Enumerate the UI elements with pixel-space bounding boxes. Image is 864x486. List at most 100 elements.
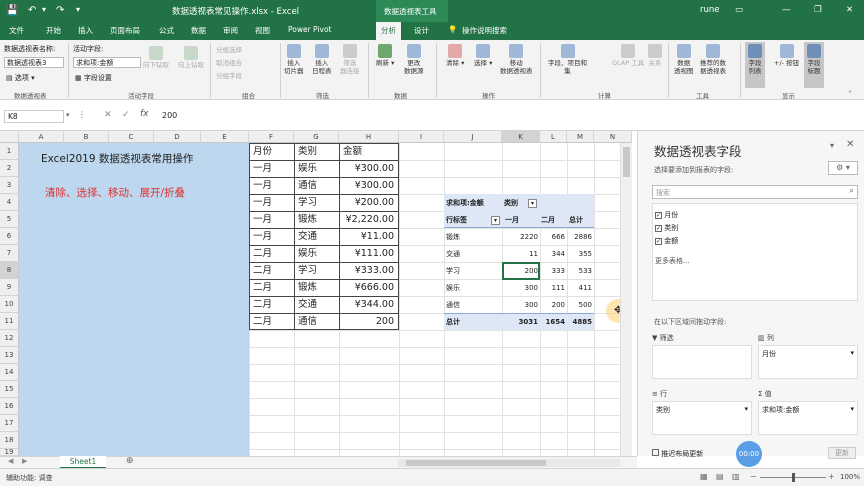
move-pivot-button[interactable]: 移动 数据透视表 [500, 44, 533, 75]
zoom-in-icon[interactable]: + [828, 472, 835, 481]
tab-power-pivot[interactable]: Power Pivot [288, 25, 331, 34]
refresh-button[interactable]: 刷新 ▾ [376, 44, 394, 67]
pane-options-icon[interactable]: ▾ [830, 141, 834, 150]
row-filter-dropdown-icon[interactable]: ▾ [491, 216, 500, 225]
minimize-icon[interactable]: — [782, 5, 791, 15]
table-cell[interactable]: 通信 [298, 178, 317, 194]
pivot-value-cell[interactable]: 300 [525, 280, 538, 296]
zoom-slider-thumb[interactable] [792, 473, 795, 482]
select-all-corner[interactable] [0, 131, 19, 143]
column-header[interactable]: A [19, 131, 64, 143]
column-header[interactable]: F [249, 131, 294, 143]
pivot-total-label[interactable]: 总计 [446, 314, 460, 330]
tab-home[interactable]: 开始 [46, 25, 61, 36]
row-header[interactable]: 13 [0, 347, 19, 364]
add-sheet-icon[interactable]: ⊕ [126, 456, 134, 466]
table-cell[interactable]: 通信 [298, 314, 317, 330]
pivot-value-cell[interactable]: 411 [579, 280, 592, 296]
undo-dropdown-icon[interactable]: ▾ [42, 5, 46, 14]
close-icon[interactable]: ✕ [846, 5, 853, 15]
row-header[interactable]: 3 [0, 177, 19, 194]
field-list-button[interactable]: 字段 列表 [745, 42, 765, 88]
page-break-view-icon[interactable]: ▥ [732, 472, 740, 481]
column-header[interactable]: D [154, 131, 201, 143]
tab-file[interactable]: 文件 [9, 25, 24, 36]
zoom-out-icon[interactable]: − [750, 472, 757, 481]
column-header[interactable]: I [399, 131, 444, 143]
cancel-formula-icon[interactable]: ✕ [104, 110, 112, 120]
horizontal-scrollbar[interactable] [398, 459, 620, 467]
olap-tools-button[interactable]: OLAP 工具 [612, 44, 644, 67]
ungroup-button[interactable]: 取消组合 [216, 57, 242, 67]
table-header[interactable]: 类别 [298, 144, 317, 160]
row-header[interactable]: 15 [0, 381, 19, 398]
formula-input[interactable]: 200 [156, 110, 856, 123]
table-cell[interactable]: 学习 [298, 263, 317, 279]
table-cell[interactable]: 交通 [298, 229, 317, 245]
tab-analyze[interactable]: 分析 [376, 22, 401, 40]
tab-view[interactable]: 视图 [255, 25, 270, 36]
scrollbar-thumb[interactable] [406, 460, 546, 466]
row-header[interactable]: 4 [0, 194, 19, 211]
pivot-col-header[interactable]: 一月 [505, 212, 519, 228]
row-header[interactable]: 17 [0, 415, 19, 432]
drill-down-button[interactable]: 向下钻取 [143, 46, 169, 69]
column-header[interactable]: G [294, 131, 339, 143]
row-field-chip[interactable]: 类别 ▾ [656, 405, 748, 417]
enter-formula-icon[interactable]: ✓ [122, 110, 130, 120]
filters-drop-zone[interactable] [652, 345, 752, 379]
field-headers-button[interactable]: 字段 标题 [804, 42, 824, 88]
undo-icon[interactable]: ↶ [28, 5, 36, 16]
pivot-value-cell[interactable]: 2886 [574, 229, 592, 245]
table-cell[interactable]: ¥11.00 [361, 229, 394, 245]
tab-data[interactable]: 数据 [191, 25, 206, 36]
table-cell[interactable]: 娱乐 [298, 161, 317, 177]
pivot-chart-button[interactable]: 数据 透视图 [674, 44, 694, 75]
table-cell[interactable]: ¥300.00 [355, 178, 394, 194]
table-cell[interactable]: ¥333.00 [355, 263, 394, 279]
row-header[interactable]: 12 [0, 330, 19, 347]
next-sheet-icon[interactable]: ▶ [22, 457, 27, 465]
table-cell[interactable]: 二月 [253, 314, 272, 330]
pivot-value-cell[interactable]: 500 [579, 297, 592, 313]
filters-area[interactable]: ▼ 筛选 [652, 333, 752, 383]
table-header[interactable]: 月份 [253, 144, 272, 160]
tab-review[interactable]: 审阅 [223, 25, 238, 36]
row-header[interactable]: 16 [0, 398, 19, 415]
pivot-row-label-cell[interactable]: 通信 [446, 297, 460, 313]
rows-drop-zone[interactable]: 类别 ▾ [652, 401, 752, 435]
pivot-row-label-cell[interactable]: 娱乐 [446, 280, 460, 296]
group-field-button[interactable]: 分组字段 [216, 70, 242, 80]
table-cell[interactable]: ¥200.00 [355, 195, 394, 211]
drill-up-button[interactable]: 向上钻取 [178, 46, 204, 69]
pivot-total-cell[interactable]: 4885 [573, 314, 592, 330]
page-layout-view-icon[interactable]: ▤ [716, 472, 724, 481]
table-cell[interactable]: 二月 [253, 297, 272, 313]
active-field-input[interactable]: 求和项:金额 [73, 57, 141, 68]
recommended-pivot-button[interactable]: 推荐的数 据透视表 [700, 44, 726, 75]
column-filter-dropdown-icon[interactable]: ▾ [528, 199, 537, 208]
table-cell[interactable]: 二月 [253, 263, 272, 279]
pivot-value-cell[interactable]: 2220 [520, 229, 538, 245]
row-header[interactable]: 1 [0, 143, 19, 160]
tab-page-layout[interactable]: 页面布局 [110, 25, 140, 36]
tab-formulas[interactable]: 公式 [159, 25, 174, 36]
pivot-row-label-cell[interactable]: 学习 [446, 263, 460, 279]
pivot-value-cell[interactable]: 533 [579, 263, 592, 279]
pivot-row-label-cell[interactable]: 交通 [446, 246, 460, 262]
select-button[interactable]: 选择 ▾ [474, 44, 492, 67]
fields-items-button[interactable]: 字段、项目和 集 [548, 44, 587, 75]
column-header[interactable]: E [201, 131, 249, 143]
options-button[interactable]: ▤ 选项 ▾ [6, 73, 35, 83]
save-icon[interactable]: 💾 [6, 5, 18, 16]
column-header[interactable]: N [594, 131, 632, 143]
table-cell[interactable]: 一月 [253, 229, 272, 245]
insert-timeline-button[interactable]: 插入 日程表 [312, 44, 332, 75]
prev-sheet-icon[interactable]: ◀ [8, 457, 13, 465]
table-cell[interactable]: 一月 [253, 178, 272, 194]
tell-me-search[interactable]: 操作说明搜索 [462, 25, 507, 36]
clear-button[interactable]: 清除 ▾ [446, 44, 464, 67]
table-cell[interactable]: ¥111.00 [355, 246, 394, 262]
values-drop-zone[interactable]: 求和项:金额 ▾ [758, 401, 858, 435]
row-header[interactable]: 9 [0, 279, 19, 296]
